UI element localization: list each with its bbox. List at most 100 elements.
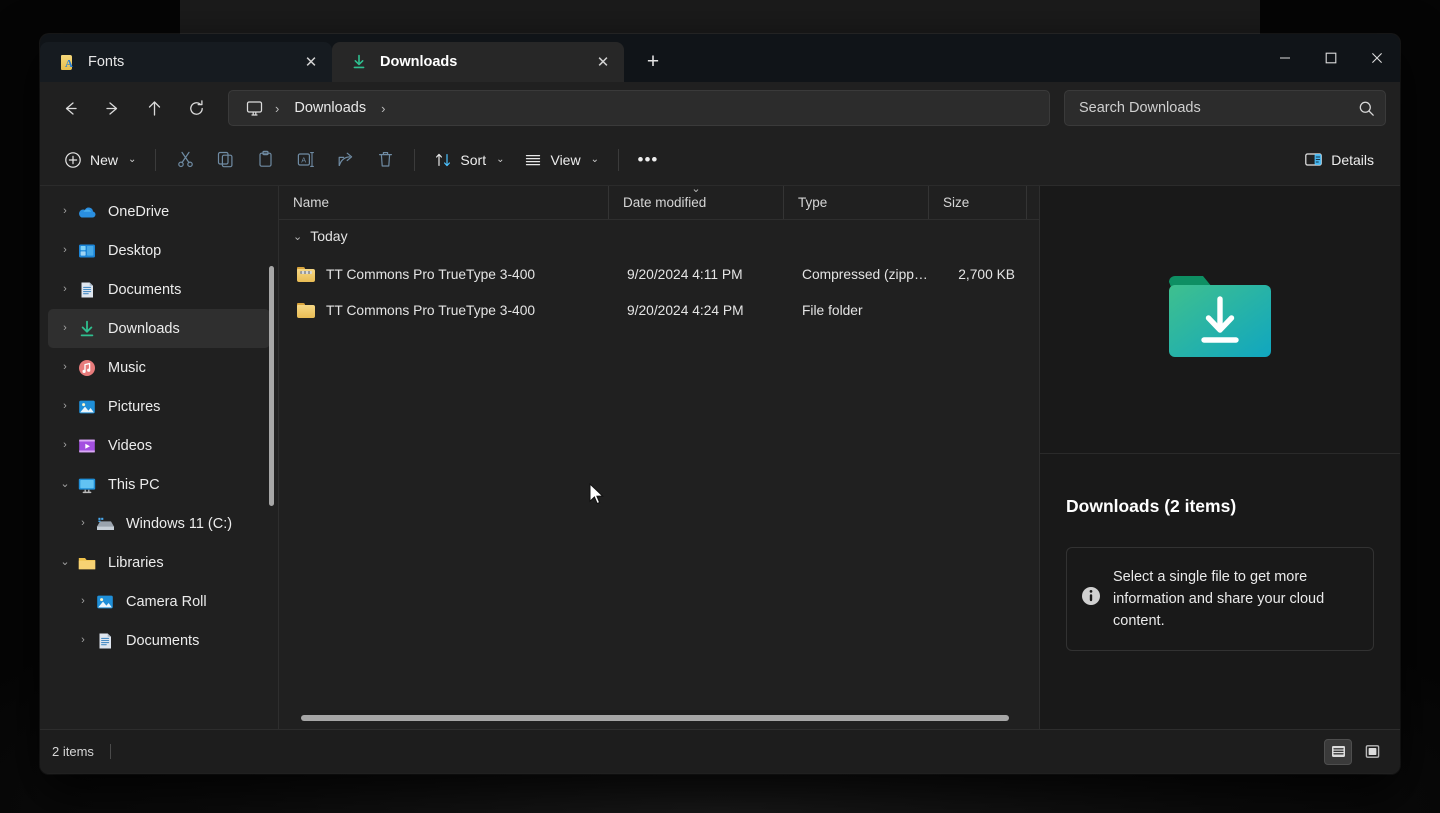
search-box[interactable] [1064, 90, 1386, 126]
breadcrumb[interactable]: › Downloads › [228, 90, 1050, 126]
sidebar-item-music[interactable]: › Music [48, 348, 270, 387]
onedrive-icon [76, 201, 98, 223]
sidebar-item-label: Camera Roll [126, 593, 207, 610]
column-header-type-label: Type [798, 195, 828, 210]
sidebar-item-label: This PC [108, 476, 160, 493]
search-icon[interactable] [1352, 100, 1375, 117]
chevron-right-icon[interactable]: › [54, 323, 76, 334]
search-input[interactable] [1079, 100, 1352, 116]
sidebar-item-onedrive[interactable]: › OneDrive [48, 192, 270, 231]
pictures-icon [94, 591, 116, 613]
breadcrumb-separator-2[interactable]: › [376, 101, 390, 116]
details-pane: Downloads (2 items) Select a single file… [1040, 186, 1400, 729]
group-header-today[interactable]: ⌄ Today [279, 220, 1040, 252]
row-type-cell: File folder [802, 302, 863, 318]
sidebar-item-downloads[interactable]: › Downloads [48, 309, 270, 348]
chevron-right-icon[interactable]: › [54, 401, 76, 412]
tab-fonts-label: Fonts [88, 54, 125, 70]
sidebar-item-camera-roll[interactable]: › Camera Roll [48, 582, 270, 621]
new-tab-button[interactable]: + [634, 43, 672, 81]
sidebar-scrollbar[interactable] [269, 266, 274, 506]
horizontal-scrollbar-thumb[interactable] [301, 715, 1009, 721]
this-pc-icon [76, 474, 98, 496]
table-row[interactable]: TT Commons Pro TrueType 3-400 9/20/2024 … [283, 256, 1036, 292]
download-icon [76, 318, 98, 340]
close-button[interactable] [1354, 34, 1400, 82]
file-list[interactable]: Name ⌄ Date modified Type Size ⌄ Today T… [279, 184, 1040, 729]
chevron-right-icon[interactable]: › [54, 284, 76, 295]
details-pane-button[interactable]: Details [1294, 143, 1384, 177]
delete-button[interactable] [365, 143, 405, 177]
sidebar-item-libraries[interactable]: ⌄ Libraries [48, 543, 270, 582]
details-view-button[interactable] [1324, 738, 1352, 765]
navigation-pane[interactable]: › OneDrive › Desktop › Documents › Downl… [40, 186, 278, 729]
share-button[interactable] [325, 143, 365, 177]
sidebar-item-documents[interactable]: › Documents [48, 270, 270, 309]
column-header-type[interactable]: Type [784, 186, 929, 219]
refresh-button[interactable] [178, 91, 214, 125]
sidebar-item-documents-library[interactable]: › Documents [48, 621, 270, 660]
tab-downloads-label: Downloads [380, 54, 458, 70]
paste-button[interactable] [245, 143, 285, 177]
chevron-down-icon[interactable]: ⌄ [293, 230, 302, 243]
cut-button[interactable] [165, 143, 205, 177]
pictures-icon [76, 396, 98, 418]
copy-button[interactable] [205, 143, 245, 177]
documents-icon [76, 279, 98, 301]
chevron-right-icon[interactable]: › [54, 440, 76, 451]
column-header-date-modified[interactable]: ⌄ Date modified [609, 184, 784, 219]
sort-button[interactable]: Sort ⌄ [424, 143, 514, 177]
column-header-name[interactable]: Name [279, 186, 609, 219]
chevron-down-icon[interactable]: ⌄ [54, 479, 76, 490]
chevron-right-icon[interactable]: › [72, 596, 94, 607]
new-button[interactable]: New ⌄ [54, 143, 146, 177]
tab-fonts-close-icon[interactable]: ✕ [296, 47, 326, 77]
svg-text:A: A [301, 155, 306, 164]
maximize-button[interactable] [1308, 34, 1354, 82]
rename-button[interactable]: A [285, 143, 325, 177]
large-icons-view-button[interactable] [1358, 739, 1386, 765]
sidebar-item-label: Libraries [108, 554, 164, 571]
sidebar-item-pictures[interactable]: › Pictures [48, 387, 270, 426]
chevron-right-icon[interactable]: › [72, 518, 94, 529]
more-options-button[interactable]: ••• [628, 143, 668, 177]
sidebar-item-label: Videos [108, 437, 153, 454]
status-item-count: 2 items [52, 744, 94, 759]
forward-button[interactable] [94, 91, 130, 125]
view-button[interactable]: View ⌄ [514, 143, 608, 177]
sidebar-item-label: Downloads [108, 320, 180, 337]
sidebar-item-windows-c[interactable]: › Windows 11 (C:) [48, 504, 270, 543]
up-button[interactable] [136, 91, 172, 125]
libraries-icon [76, 552, 98, 574]
column-header-name-label: Name [293, 195, 330, 210]
chevron-right-icon[interactable]: › [72, 635, 94, 646]
videos-icon [76, 435, 98, 457]
chevron-right-icon[interactable]: › [54, 245, 76, 256]
details-pane-label: Details [1331, 151, 1374, 168]
new-button-label: New [90, 151, 119, 168]
table-row[interactable]: TT Commons Pro TrueType 3-400 9/20/2024 … [283, 292, 1036, 328]
chevron-down-icon: ⌄ [590, 154, 599, 165]
sidebar-item-videos[interactable]: › Videos [48, 426, 270, 465]
toolbar-divider-2 [414, 148, 416, 171]
file-explorer-window: A Fonts ✕ Downloads ✕ + › Downloads › Se… [40, 34, 1400, 774]
sidebar-item-label: Pictures [108, 398, 161, 415]
folder-font-icon: A [58, 53, 76, 71]
horizontal-scrollbar[interactable] [279, 711, 1040, 725]
this-pc-icon[interactable] [241, 99, 268, 118]
chevron-right-icon[interactable]: › [54, 362, 76, 373]
tab-fonts[interactable]: A Fonts ✕ [40, 42, 332, 82]
toolbar-divider-3 [617, 148, 619, 171]
back-button[interactable] [52, 91, 88, 125]
column-header-size[interactable]: Size [929, 186, 1027, 219]
chevron-right-icon[interactable]: › [54, 206, 76, 217]
sidebar-item-this-pc[interactable]: ⌄ This PC [48, 465, 270, 504]
row-date-cell: 9/20/2024 4:11 PM [627, 266, 743, 282]
minimize-button[interactable] [1262, 34, 1308, 82]
chevron-down-icon[interactable]: ⌄ [54, 557, 76, 568]
details-title: Downloads (2 items) [1066, 496, 1237, 516]
tab-downloads-close-icon[interactable]: ✕ [588, 47, 618, 77]
tab-downloads[interactable]: Downloads ✕ [332, 42, 624, 82]
breadcrumb-item-downloads[interactable]: Downloads [286, 97, 374, 119]
sidebar-item-desktop[interactable]: › Desktop [48, 231, 270, 270]
